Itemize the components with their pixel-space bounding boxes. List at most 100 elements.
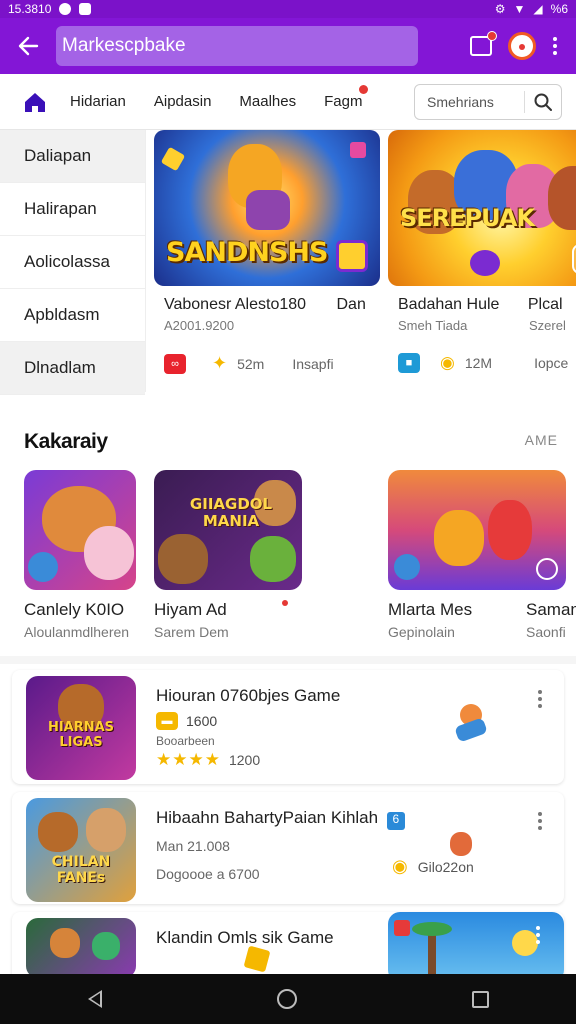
more-vert-icon[interactable]	[536, 926, 542, 944]
more-vert-icon[interactable]	[552, 37, 558, 55]
list-item[interactable]: HIARNAS LIGAS Hiouran 0760bjes Game ▬ 16…	[12, 670, 564, 784]
status-bar: 15.3810 ⚙ ▼ ◢ %6	[0, 0, 576, 18]
featured-subtitle: A2001.9200	[164, 318, 235, 333]
section-header: Kakaraiy AME	[0, 416, 576, 466]
app-tile-art-text: GIIAGDOL MANIA	[189, 495, 273, 530]
tab-hidarian[interactable]: Hidarian	[70, 93, 126, 110]
featured-title-extra: Dan	[336, 296, 366, 313]
featured-game-art: SANDNSHS	[154, 130, 380, 286]
back-arrow-icon[interactable]	[0, 18, 56, 74]
home-icon[interactable]	[0, 91, 70, 113]
category-item[interactable]: Apbldasm	[0, 289, 145, 342]
system-nav-bar	[0, 974, 576, 1024]
featured-carousel: SANDNSHS Vabonesr Alesto180 Dan A2001.92…	[146, 130, 576, 392]
list-item-side-label: Gilo22on	[417, 858, 474, 875]
app-search-field[interactable]: Markescpbake	[56, 26, 418, 66]
trophy-icon: ✦	[212, 353, 228, 373]
category-item[interactable]: Aolicolassa	[0, 236, 145, 289]
avatar-icon[interactable]	[508, 32, 536, 60]
gift-box-icon	[243, 945, 271, 973]
category-item[interactable]: Halirapan	[0, 183, 145, 236]
category-item[interactable]: Dlnadlam	[0, 342, 145, 395]
app-tile-art: GIIAGDOL MANIA	[154, 470, 302, 590]
tab-notification-dot	[359, 85, 369, 94]
screen: 15.3810 ⚙ ▼ ◢ %6 Markescpbake Hidarian A…	[0, 0, 576, 1024]
list-item-promo-art	[388, 912, 564, 982]
section-more-label: AME	[524, 432, 558, 448]
list-item-title: Klandin Omls sik Game	[156, 928, 334, 947]
battery-level: %6	[550, 2, 568, 16]
app-tile[interactable]: Saman Saonfi	[526, 470, 576, 640]
nav-back-icon[interactable]	[87, 990, 102, 1008]
featured-art-title: SEREPUAK	[400, 204, 535, 232]
featured-subtitle: Smeh Tiada	[398, 318, 468, 333]
list-item-thumbnail	[26, 918, 136, 978]
tab-search-field[interactable]: Smehrians	[414, 84, 562, 120]
badge-icon: ▬	[156, 712, 178, 730]
list-item[interactable]: CHILAN FANEs Hibaahn BahartyPaian Kihlah…	[12, 792, 564, 904]
more-vert-icon[interactable]	[538, 690, 544, 708]
tab-search-placeholder: Smehrians	[427, 94, 494, 110]
list-item-line: Booarbeen	[156, 734, 215, 748]
coin-icon: ◉	[392, 856, 408, 876]
featured-card[interactable]: SANDNSHS Vabonesr Alesto180 Dan A2001.92…	[154, 130, 380, 374]
tab-fagm-label: Fagm	[324, 93, 363, 110]
featured-title: Vabonesr Alesto180	[164, 296, 307, 313]
list-item-title-badge: 6	[386, 812, 405, 830]
list-item-thumbnail: CHILAN FANEs	[26, 798, 136, 902]
featured-game-art: SEREPUAK	[388, 130, 576, 286]
featured-card[interactable]: SEREPUAK Badahan Hule Plcal Smeh Tiada S…	[388, 130, 576, 373]
category-tabs: Hidarian Aipdasin Maalhes Fagm Smehrians	[0, 74, 576, 130]
red-dot	[282, 600, 288, 606]
section-more-link[interactable]: AME	[525, 432, 558, 448]
notification-icon	[59, 3, 72, 15]
list-item-title: Hiouran 0760bjes Game	[156, 686, 341, 705]
wifi-icon: ▼	[513, 2, 526, 16]
list-item-title: Hibaahn BahartyPaian Kihlah	[156, 808, 379, 827]
featured-title-extra: Plcal	[527, 296, 563, 313]
list-item-thumbnail: HIARNAS LIGAS	[26, 676, 136, 780]
signal-icon: ◢	[533, 2, 543, 16]
app-tile[interactable]: GIIAGDOL MANIA Hiyam Ad Sarem Dem	[154, 470, 302, 640]
category-list: Daliapan Halirapan Aolicolassa Apbldasm …	[0, 130, 146, 395]
app-bar: Markescpbake	[0, 18, 576, 74]
app-tile-subtitle: Saonfi	[526, 624, 566, 640]
search-icon[interactable]	[525, 93, 561, 111]
list-item-line: Dogoooe a 6700	[156, 866, 260, 882]
tab-maalhes[interactable]: Maalhes	[239, 93, 296, 110]
list-item[interactable]: Klandin Omls sik Game	[12, 912, 564, 982]
app-tile-art	[24, 470, 136, 590]
gift-badge	[487, 31, 497, 41]
app-tile[interactable]: Canlely K0IO Aloulanmdlheren	[24, 470, 136, 640]
coin-icon: ◉	[440, 353, 455, 372]
app-notification-icon	[79, 3, 92, 15]
controller-icon: ■	[398, 353, 420, 373]
app-tile-name: Saman	[526, 600, 576, 619]
app-tile-subtitle: Aloulanmdlheren	[24, 624, 130, 640]
status-time: 15.3810	[8, 2, 52, 16]
app-tile-name: Canlely K0IO	[24, 600, 125, 619]
mask-icon: ∞	[164, 353, 186, 374]
section-title: Kakaraiy	[24, 430, 108, 453]
featured-art-title: SANDNSHS	[166, 237, 328, 268]
character-icon	[450, 696, 494, 746]
featured-stat-value: 12M	[464, 355, 493, 371]
featured-title: Badahan Hule	[398, 296, 500, 313]
tab-aipdasin[interactable]: Aipdasin	[154, 93, 212, 110]
nav-recents-icon[interactable]	[471, 990, 489, 1008]
settings-status-icon: ⚙	[494, 2, 506, 16]
rating-stars: ★★★★	[156, 750, 221, 769]
app-tile-name: Hiyam Ad	[154, 600, 227, 619]
rating-value: 1200	[228, 752, 261, 768]
app-tile-subtitle: Sarem Dem	[154, 624, 229, 640]
list-item-art-text: CHILAN FANEs	[51, 854, 111, 886]
more-vert-icon[interactable]	[538, 812, 544, 830]
tab-fagm[interactable]: Fagm	[324, 85, 369, 110]
gift-icon[interactable]	[470, 31, 497, 56]
featured-subtitle-extra: Szerel	[529, 318, 566, 333]
nav-home-icon[interactable]	[276, 989, 297, 1009]
character-icon	[450, 832, 472, 856]
featured-stat-label: Insapfi	[292, 355, 334, 372]
category-item[interactable]: Daliapan	[0, 130, 145, 183]
app-tiles-row: Canlely K0IO Aloulanmdlheren GIIAGDOL MA…	[0, 470, 576, 650]
